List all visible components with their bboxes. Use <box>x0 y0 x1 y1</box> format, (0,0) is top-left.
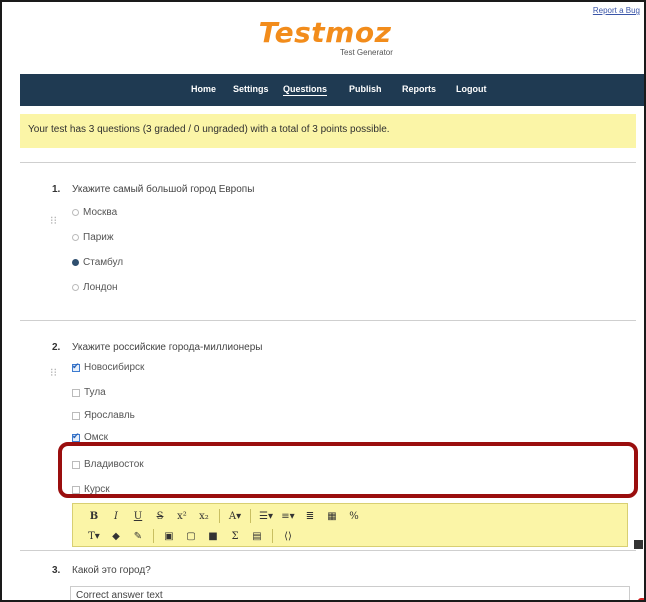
question-3-text: Какой это город? <box>72 565 151 576</box>
nav-publish[interactable]: Publish <box>349 84 382 94</box>
delete-icon[interactable] <box>638 598 644 600</box>
question-1-number: 1. <box>52 184 61 195</box>
insert-image-button[interactable]: ▣ <box>158 531 180 542</box>
subscript-button[interactable]: x₂ <box>193 511 215 522</box>
toolbar-separator <box>153 529 154 543</box>
source-code-button[interactable]: ⟨⟩ <box>277 531 299 542</box>
report-bug-link[interactable]: Report a Bug <box>593 6 640 15</box>
checkbox[interactable] <box>72 388 80 397</box>
nav-settings[interactable]: Settings <box>233 84 269 94</box>
font-size-button[interactable]: T▾ <box>83 531 105 542</box>
choice-label: Москва <box>83 207 118 218</box>
divider <box>20 550 636 551</box>
nav-home[interactable]: Home <box>191 84 216 94</box>
choice-label: Стамбул <box>83 257 124 268</box>
question-1-choice[interactable]: Париж <box>72 232 114 243</box>
nav-questions[interactable]: Questions <box>283 84 328 96</box>
app-window: Report a Bug Testmoz Test Generator Home… <box>0 0 646 602</box>
question-1-choice[interactable]: Лондон <box>72 282 118 293</box>
question-2-choice[interactable]: Новосибирск <box>72 361 145 373</box>
italic-button[interactable]: I <box>105 511 127 522</box>
question-1-choice[interactable]: Москва <box>72 207 117 218</box>
choice-label: Новосибирск <box>84 362 145 373</box>
logo-subtitle: Test Generator <box>340 48 393 57</box>
insert-file-button[interactable]: ▢ <box>180 531 202 542</box>
answer-input[interactable]: Correct answer text <box>70 586 630 600</box>
nav-logout[interactable]: Logout <box>456 84 487 94</box>
checkbox-checked[interactable] <box>72 431 80 442</box>
eraser-button[interactable]: ✎ <box>127 531 149 542</box>
choice-label: Ярославль <box>84 410 135 421</box>
logo: Testmoz <box>258 16 392 49</box>
underline-button[interactable]: U <box>127 511 149 522</box>
toolbar-separator <box>219 509 220 523</box>
toolbar-row: T▾ ◆ ✎ ▣ ▢ ■ Σ ▤ ⟨⟩ <box>73 526 627 546</box>
question-1-text: Укажите самый большой город Европы <box>72 184 255 195</box>
checkbox[interactable] <box>72 411 80 420</box>
highlight-button[interactable]: ◆ <box>105 531 127 542</box>
toolbar-separator <box>272 529 273 543</box>
question-2-choice[interactable]: Ярославль <box>72 410 135 421</box>
divider <box>20 162 636 163</box>
align-button[interactable]: ≣ <box>299 511 321 522</box>
toolbar-separator <box>250 509 251 523</box>
nav-bar: Home Settings Questions Publish Reports … <box>20 74 644 106</box>
question-3-number: 3. <box>52 565 61 576</box>
link-button[interactable]: % <box>343 511 365 522</box>
logo-area: Testmoz <box>2 16 644 49</box>
checkbox-checked[interactable] <box>72 361 80 372</box>
divider <box>20 320 636 321</box>
insert-formula-button[interactable]: Σ <box>224 531 246 542</box>
choice-label: Лондон <box>83 282 118 293</box>
radio-button[interactable] <box>72 209 79 216</box>
info-bar: Your test has 3 questions (3 graded / 0 … <box>20 114 636 148</box>
insert-video-button[interactable]: ■ <box>202 531 224 542</box>
choice-label: Париж <box>83 232 114 243</box>
table-button[interactable]: ▦ <box>321 511 343 522</box>
rich-text-toolbar: B I U S x² x₂ A▾ ☰▾ ≡▾ ≣ ▦ % T▾ ◆ ✎ ▣ ▢ … <box>72 503 628 547</box>
toolbar-row: B I U S x² x₂ A▾ ☰▾ ≡▾ ≣ ▦ % <box>73 506 627 526</box>
question-2-text: Укажите российские города-миллионеры <box>72 342 263 353</box>
radio-button-selected[interactable] <box>72 259 79 266</box>
add-square-icon[interactable] <box>634 540 643 549</box>
radio-button[interactable] <box>72 234 79 241</box>
text-color-button[interactable]: A▾ <box>224 511 246 522</box>
drag-handle-icon[interactable]: ⁝⁝ <box>50 214 57 227</box>
question-2-number: 2. <box>52 342 61 353</box>
insert-table-button[interactable]: ▤ <box>246 531 268 542</box>
question-2-choice[interactable]: Тула <box>72 387 106 398</box>
bullet-list-button[interactable]: ☰▾ <box>255 511 277 522</box>
nav-reports[interactable]: Reports <box>402 84 436 94</box>
drag-handle-icon[interactable]: ⁝⁝ <box>50 366 57 379</box>
bold-button[interactable]: B <box>83 511 105 522</box>
numbered-list-button[interactable]: ≡▾ <box>277 511 299 522</box>
strikethrough-button[interactable]: S <box>149 511 171 522</box>
radio-button[interactable] <box>72 284 79 291</box>
superscript-button[interactable]: x² <box>171 511 193 522</box>
choice-label: Тула <box>84 387 106 398</box>
annotation-highlight-box <box>58 442 638 498</box>
question-1-choice[interactable]: Стамбул <box>72 257 123 268</box>
